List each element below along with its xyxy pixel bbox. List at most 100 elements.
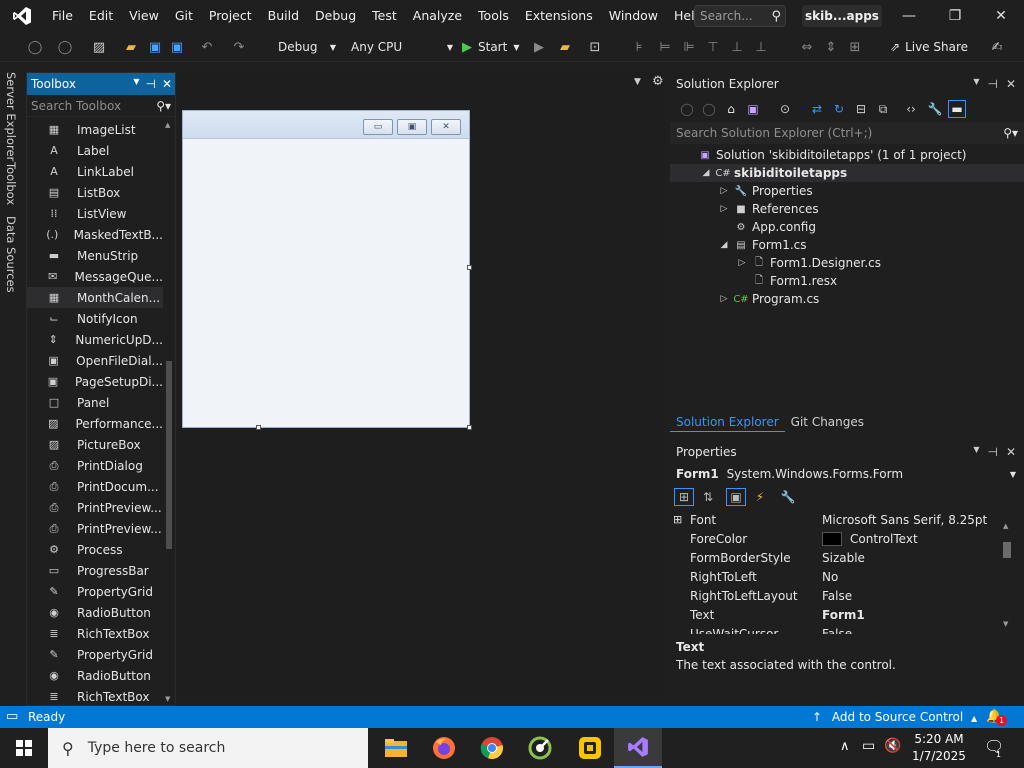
refresh-icon[interactable]: ↻ (830, 100, 848, 118)
navigate-forward-icon[interactable]: ◯ (56, 38, 74, 56)
restore-window-button[interactable]: ❐ (932, 0, 978, 32)
vtab-data-sources[interactable]: Data Sources (4, 216, 18, 293)
properties-scrollbar[interactable]: ▲ ▼ (1000, 522, 1014, 632)
navigate-back-icon[interactable]: ◯ (26, 38, 44, 56)
close-icon[interactable]: ✕ (1006, 445, 1016, 459)
expand-plus-icon[interactable]: ⊞ (673, 513, 682, 526)
toolbox-item[interactable]: ▣ OpenFileDial... (27, 350, 163, 371)
tree-item[interactable]: ▷ 🔧 Properties (670, 182, 1024, 200)
volume-muted-icon[interactable]: 🔇 (884, 738, 901, 754)
toolbox-item[interactable]: ▨ Performance... (27, 413, 163, 434)
align-lefts-icon[interactable]: ⊧ (630, 38, 648, 56)
menu-git[interactable]: Git (167, 0, 201, 32)
firefox-taskbar-icon[interactable] (420, 728, 468, 768)
tree-expander-icon[interactable]: ◢ (718, 240, 730, 250)
properties-view-icon[interactable]: ▣ (726, 488, 746, 506)
toolbox-search[interactable]: Search Toolbox ⚲▾ (27, 95, 175, 117)
solution-platform-dropdown[interactable]: Any CPU ▼ (345, 36, 457, 58)
menu-view[interactable]: View (121, 0, 167, 32)
property-row[interactable]: ⊞ Font Microsoft Sans Serif, 8.25pt (670, 510, 998, 529)
tree-item[interactable]: ▷ C# Program.cs (670, 290, 1024, 308)
toolbox-item[interactable]: A Label (27, 140, 163, 161)
toolbox-item[interactable]: ▦ MonthCalen... (27, 287, 163, 308)
taskbar-search-input[interactable]: Type here to search (88, 740, 226, 756)
screenshot-icon[interactable]: ⊡ (586, 38, 604, 56)
property-value[interactable]: Form1 (816, 608, 998, 622)
back-icon[interactable]: ◯ (678, 100, 696, 118)
toolbox-item[interactable]: ▬ MenuStrip (27, 245, 163, 266)
tree-item[interactable]: ▣ Solution 'skibiditoiletapps' (1 of 1 pr… (670, 146, 1024, 164)
toolbox-item[interactable]: ◉ RadioButton (27, 602, 163, 623)
solution-search-input[interactable]: Search Solution Explorer (Ctrl+;) (676, 126, 872, 140)
redo-icon[interactable]: ↷ (230, 38, 248, 56)
properties-object-selector[interactable]: Form1 System.Windows.Forms.Form ▼ (670, 464, 1024, 484)
add-to-source-control-button[interactable]: ↑ Add to Source Control ▲ (812, 710, 977, 724)
toolbox-item[interactable]: ▦ ImageList (27, 119, 163, 140)
align-tops-icon[interactable]: ⊤ (704, 38, 722, 56)
scroll-up-icon[interactable]: ▲ (1003, 522, 1008, 530)
property-pages-icon[interactable]: 🔧 (778, 488, 798, 506)
switch-views-icon[interactable]: ▣ (744, 100, 762, 118)
property-value[interactable]: Microsoft Sans Serif, 8.25pt (816, 513, 998, 527)
menu-debug[interactable]: Debug (307, 0, 364, 32)
feedback-icon[interactable]: ✍ (988, 38, 1006, 56)
toolbox-item[interactable]: ≣ RichTextBox (27, 623, 163, 644)
toolbox-item[interactable]: (.) MaskedTextB... (27, 224, 163, 245)
tree-item[interactable]: ⚙ App.config (670, 218, 1024, 236)
resize-handle-bottom-right[interactable] (467, 425, 472, 430)
pending-changes-filter-icon[interactable]: ⊙ (776, 100, 794, 118)
toolbox-item[interactable]: ✉ MessageQue... (27, 266, 163, 287)
forward-icon[interactable]: ◯ (700, 100, 718, 118)
property-value[interactable]: ControlText (816, 531, 998, 546)
property-row[interactable]: RightToLeftLayout False (670, 586, 998, 605)
toolbox-item[interactable]: ◉ RadioButton (27, 665, 163, 686)
property-value[interactable]: No (816, 570, 998, 584)
chrome-taskbar-icon[interactable] (468, 728, 516, 768)
solution-configuration-dropdown[interactable]: Debug ▼ (272, 36, 340, 58)
tree-item[interactable]: ◢ C# skibiditoiletapps (670, 164, 1024, 182)
pin-icon[interactable]: ⊣ (987, 77, 997, 91)
property-row[interactable]: RightToLeft No (670, 567, 998, 586)
tree-item[interactable]: ▷ 🗋 Form1.Designer.cs (670, 254, 1024, 272)
tree-expander-icon[interactable]: ▷ (718, 204, 730, 214)
align-centers-icon[interactable]: ⊨ (656, 38, 674, 56)
toolbox-scroll-thumb[interactable] (166, 361, 172, 549)
property-value[interactable]: False (816, 589, 998, 603)
tree-item[interactable]: 🗋 Form1.resx (670, 272, 1024, 290)
property-value[interactable]: False (816, 627, 998, 635)
show-all-files-icon[interactable]: ⧉ (874, 100, 892, 118)
scroll-down-icon[interactable]: ▼ (1003, 620, 1008, 628)
tab-git-changes[interactable]: Git Changes (785, 412, 870, 432)
toolbox-item[interactable]: ⎙ PrintDocum... (27, 476, 163, 497)
vtab-toolbox[interactable]: Toolbox (4, 162, 18, 205)
search-input[interactable]: Search... (700, 9, 753, 23)
menu-file[interactable]: File (44, 0, 81, 32)
undo-icon[interactable]: ↶ (198, 38, 216, 56)
sync-icon[interactable]: ⇄ (808, 100, 826, 118)
toolbox-search-input[interactable]: Search Toolbox (31, 99, 121, 113)
resize-handle-bottom[interactable] (256, 425, 261, 430)
menu-analyze[interactable]: Analyze (405, 0, 470, 32)
make-same-width-icon[interactable]: ⇔ (798, 38, 816, 56)
toolbox-item[interactable]: ⎙ PrintPreview... (27, 497, 163, 518)
menu-extensions[interactable]: Extensions (517, 0, 601, 32)
action-center-icon[interactable]: 🗨 (984, 737, 1004, 756)
vtab-server-explorer[interactable]: Server Explorer (4, 72, 18, 161)
save-icon[interactable]: ▣ (146, 38, 164, 56)
chevron-down-icon[interactable]: ▼ (634, 77, 641, 87)
toolbox-item[interactable]: ▣ PageSetupDi... (27, 371, 163, 392)
taskbar-search[interactable]: ⚲ Type here to search (48, 728, 368, 768)
green-app-taskbar-icon[interactable] (516, 728, 564, 768)
tree-item[interactable]: ▷ ■ References (670, 200, 1024, 218)
menu-build[interactable]: Build (260, 0, 307, 32)
solution-explorer-search[interactable]: Search Solution Explorer (Ctrl+;) ⚲▾ (670, 122, 1024, 144)
pin-icon[interactable]: ⊣ (145, 77, 155, 91)
align-bottoms-icon[interactable]: ⊥ (752, 38, 770, 56)
toolbox-item[interactable]: ▭ ProgressBar (27, 560, 163, 581)
toolbox-item[interactable]: ⎙ PrintDialog (27, 455, 163, 476)
categorized-icon[interactable]: ⊞ (674, 488, 694, 506)
yellow-app-taskbar-icon[interactable] (566, 728, 614, 768)
tree-expander-icon[interactable]: ◢ (700, 168, 712, 178)
property-row[interactable]: ForeColor ControlText (670, 529, 998, 548)
toolbox-item[interactable]: ≣ RichTextBox (27, 686, 163, 705)
